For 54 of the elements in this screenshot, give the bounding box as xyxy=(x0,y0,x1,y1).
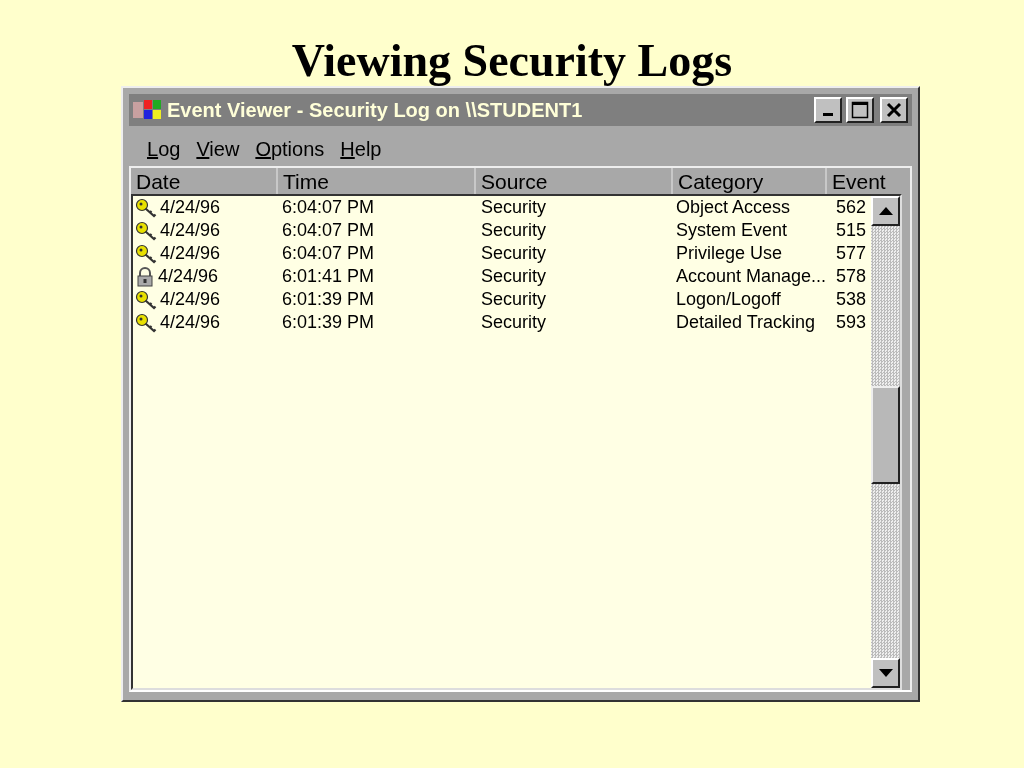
minimize-icon xyxy=(823,113,833,116)
table-cell-text: 562 xyxy=(836,197,868,218)
key-icon xyxy=(135,220,157,241)
up-arrow-icon xyxy=(878,207,893,215)
table-cell-text: 578 xyxy=(836,266,868,287)
table-cell-text: Security xyxy=(481,266,548,287)
table-cell-text: Logon/Logoff xyxy=(676,289,782,310)
table-cell-text: Security xyxy=(481,289,548,310)
key-icon xyxy=(135,312,157,333)
table-cell-text: 593 xyxy=(836,312,868,333)
scroll-down-button[interactable] xyxy=(871,658,900,688)
table-cell-text: Account Manage... xyxy=(676,266,828,287)
table-cell-text: Security xyxy=(481,312,548,333)
table-cell: 4/24/96 xyxy=(160,312,221,333)
table-cell: 4/24/96 xyxy=(160,220,221,241)
padlock-icon xyxy=(135,266,155,287)
table-cell-text: Privilege Use xyxy=(676,243,784,264)
menu-item[interactable]: View xyxy=(188,134,248,164)
close-icon xyxy=(886,102,902,118)
maximize-button[interactable] xyxy=(846,97,874,123)
key-icon xyxy=(135,289,157,310)
column-header[interactable]: Event xyxy=(827,168,910,194)
table-cell: 4/24/96 xyxy=(160,197,221,218)
maximize-icon xyxy=(851,101,869,119)
table-cell-text: 577 xyxy=(836,243,868,264)
minimize-button[interactable] xyxy=(814,97,842,123)
table-cell-text: 6:01:41 PM xyxy=(282,266,376,287)
table-cell-text: 538 xyxy=(836,289,868,310)
menu-item[interactable]: Options xyxy=(247,134,333,164)
table-cell-text: 6:01:39 PM xyxy=(282,289,376,310)
table-cell: 4/24/96 xyxy=(160,289,221,310)
scrollbar-thumb[interactable] xyxy=(871,386,900,484)
window-title: Event Viewer - Security Log on \\STUDENT1 xyxy=(167,98,584,122)
key-icon xyxy=(135,243,157,264)
close-button[interactable] xyxy=(880,97,908,123)
table-cell-text: Object Access xyxy=(676,197,792,218)
table-cell-text: Security xyxy=(481,243,548,264)
menu-item[interactable]: Log xyxy=(139,134,189,164)
key-icon xyxy=(135,197,157,218)
table-cell-text: 515 xyxy=(836,220,868,241)
table-cell-text: Security xyxy=(481,220,548,241)
down-arrow-icon xyxy=(878,669,893,677)
table-cell-text: 6:01:39 PM xyxy=(282,312,376,333)
table-cell-text: 6:04:07 PM xyxy=(282,220,376,241)
table-cell-text: Detailed Tracking xyxy=(676,312,817,333)
slide-title: Viewing Security Logs xyxy=(291,34,733,87)
table-cell-text: 6:04:07 PM xyxy=(282,243,376,264)
table-cell-text: Security xyxy=(481,197,548,218)
table-cell-text: 6:04:07 PM xyxy=(282,197,376,218)
table-cell: 4/24/96 xyxy=(158,266,219,287)
scroll-up-button[interactable] xyxy=(871,196,900,226)
menu-item[interactable]: Help xyxy=(332,134,390,164)
table-cell-text: System Event xyxy=(676,220,789,241)
table-cell: 4/24/96 xyxy=(160,243,221,264)
